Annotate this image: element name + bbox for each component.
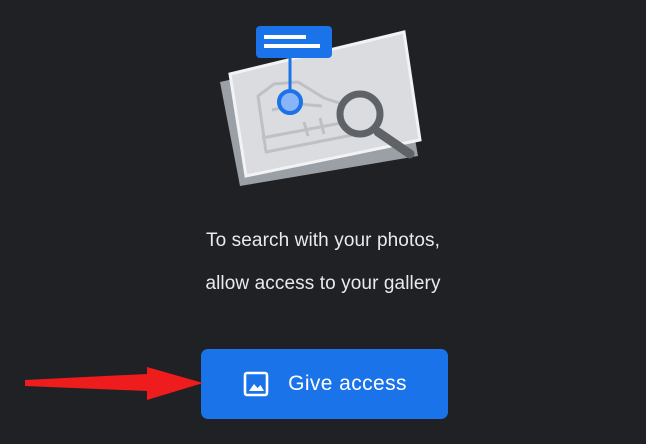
label-tag bbox=[256, 26, 332, 58]
photo-search-illustration bbox=[220, 26, 422, 186]
image-icon bbox=[243, 371, 269, 397]
give-access-button[interactable]: Give access bbox=[201, 349, 448, 419]
prompt-line-1: To search with your photos, bbox=[206, 230, 440, 251]
prompt-line-2: allow access to your gallery bbox=[205, 273, 441, 294]
give-access-label: Give access bbox=[288, 372, 407, 395]
tag-point bbox=[277, 89, 303, 115]
red-arrow-icon bbox=[25, 367, 203, 400]
